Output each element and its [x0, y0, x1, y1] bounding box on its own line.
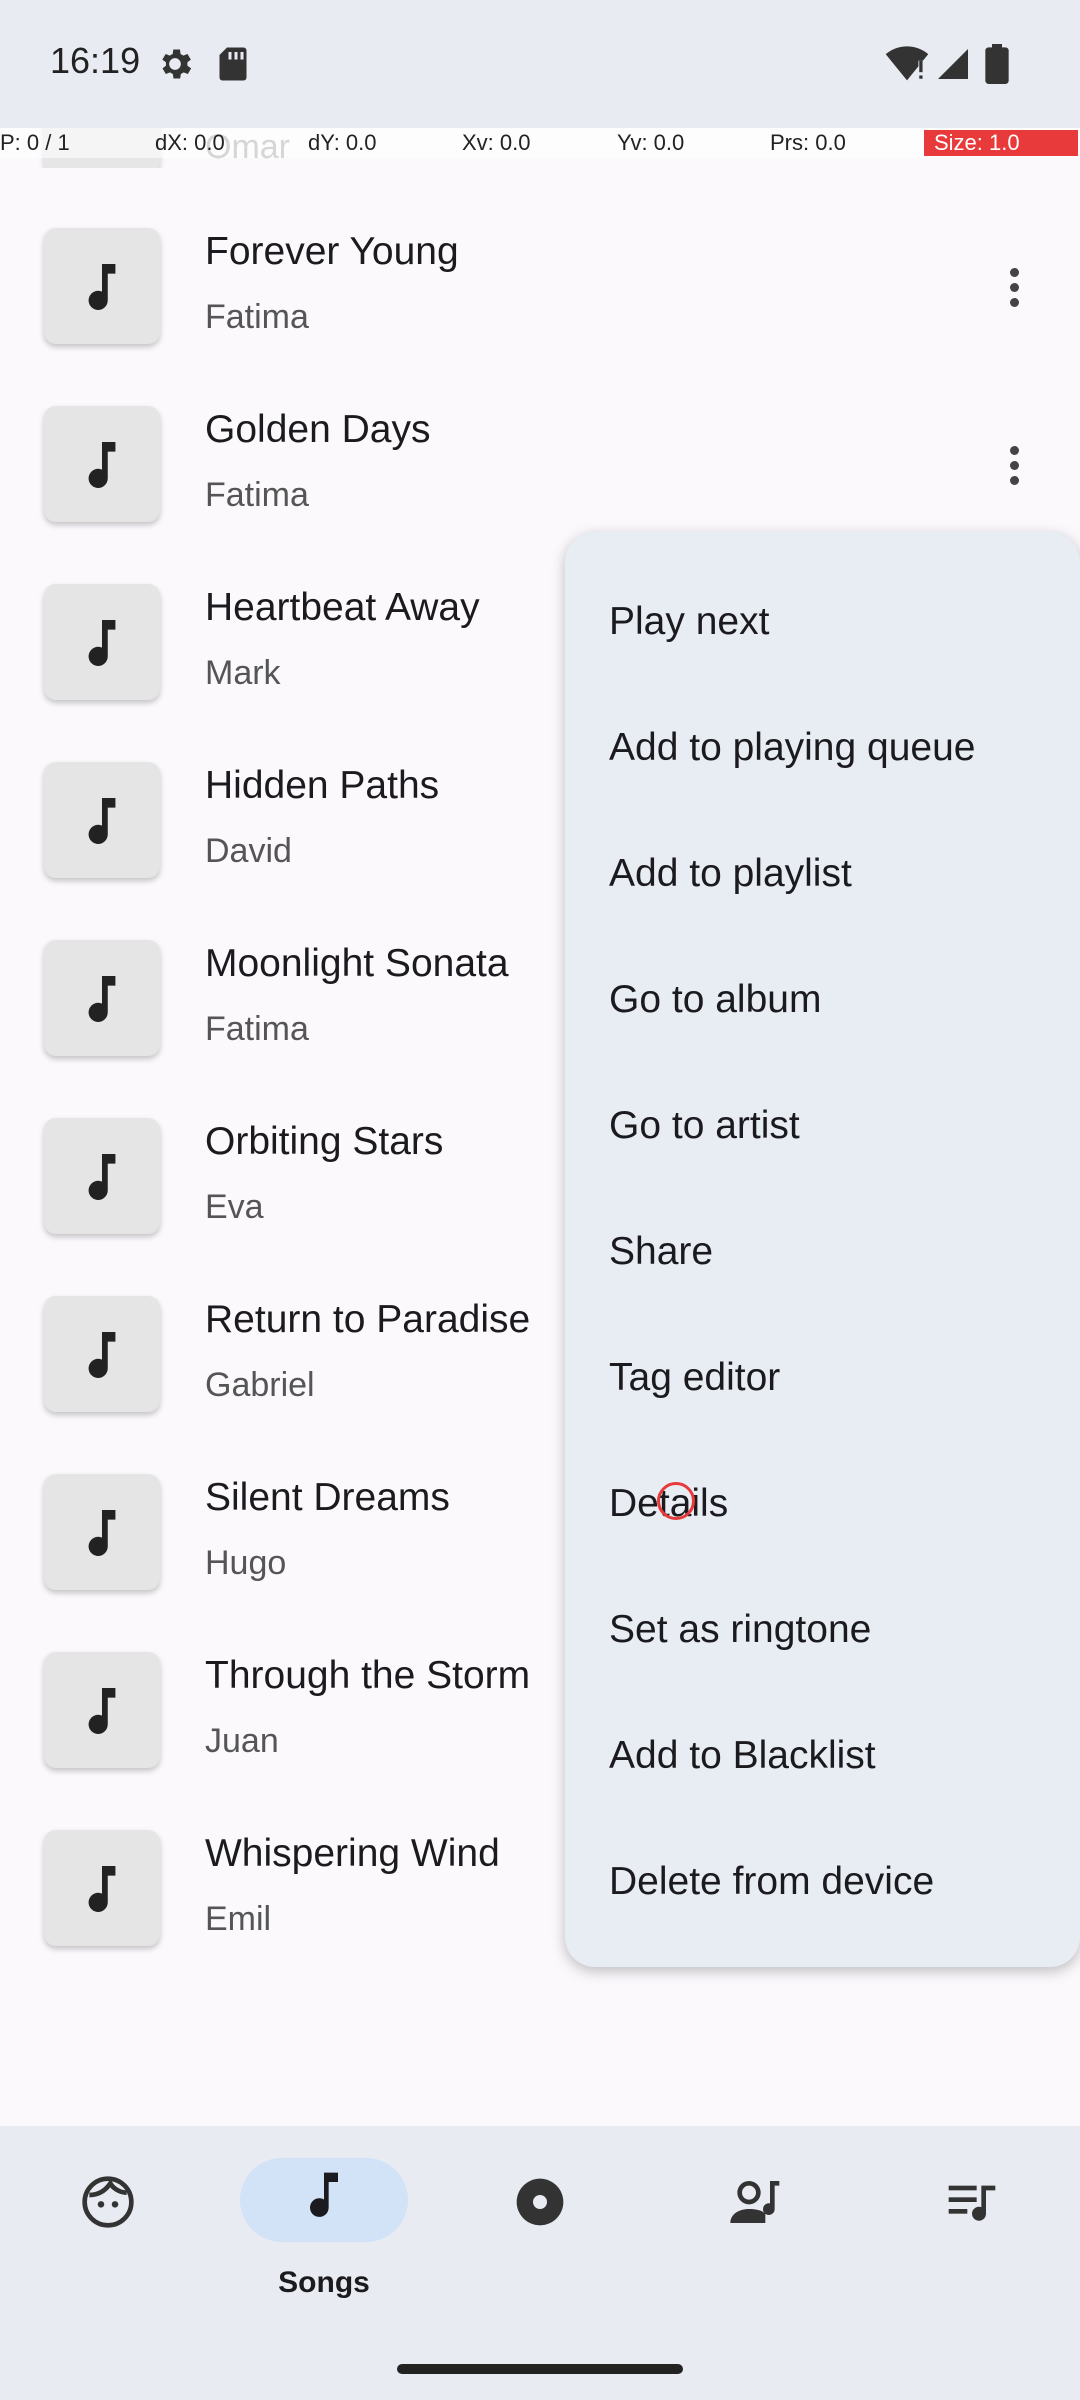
bottom-navigation: Songs [0, 2126, 1080, 2400]
debug-prs: Prs: 0.0 [770, 130, 846, 155]
nav-item-playlists[interactable] [864, 2126, 1080, 2326]
song-artist: Fatima [205, 476, 309, 514]
menu-item-tag-editor[interactable]: Tag editor [565, 1312, 1080, 1438]
playlist-icon [948, 2185, 996, 2221]
song-thumbnail [44, 584, 160, 700]
home-indicator[interactable] [397, 2364, 683, 2374]
song-title: Golden Days [205, 408, 431, 451]
song-artist: Mark [205, 654, 281, 692]
music-note-icon [88, 620, 116, 666]
song-thumbnail [44, 1652, 160, 1768]
song-artist: Gabriel [205, 1366, 315, 1404]
song-thumbnail [44, 940, 160, 1056]
song-thumbnail [44, 1830, 160, 1946]
music-note-icon [88, 1154, 116, 1200]
debug-xv: Xv: 0.0 [462, 130, 531, 155]
nav-item-artists[interactable] [648, 2126, 864, 2326]
song-thumbnail [44, 1474, 160, 1590]
song-title: Hidden Paths [205, 764, 440, 807]
nav-item-albums[interactable] [432, 2126, 648, 2326]
song-artist: Fatima [205, 298, 309, 336]
music-note-icon [88, 798, 116, 844]
list-item[interactable]: Golden Days Fatima [0, 378, 1080, 556]
music-note-icon [88, 264, 116, 310]
menu-item-go-to-artist[interactable]: Go to artist [565, 1060, 1080, 1186]
music-note-icon [88, 1866, 116, 1912]
music-note-icon [88, 1510, 116, 1556]
song-title: Silent Dreams [205, 1476, 450, 1519]
song-context-menu: Play next Add to playing queue Add to pl… [565, 532, 1080, 1967]
song-title: Whispering Wind [205, 1832, 500, 1875]
list-item[interactable]: Forever Young Fatima [0, 200, 1080, 378]
menu-item-go-to-album[interactable]: Go to album [565, 934, 1080, 1060]
song-thumbnail [44, 228, 160, 344]
song-thumbnail [44, 406, 160, 522]
menu-item-set-as-ringtone[interactable]: Set as ringtone [565, 1564, 1080, 1690]
debug-yv: Yv: 0.0 [617, 130, 685, 155]
music-note-icon [88, 1332, 116, 1378]
debug-dx: dX: 0.0 [155, 130, 225, 155]
more-options-icon[interactable] [990, 262, 1038, 322]
battery-icon [985, 44, 1009, 84]
touch-indicator [657, 1482, 695, 1520]
song-title: Moonlight Sonata [205, 942, 509, 985]
song-artist: Hugo [205, 1544, 287, 1582]
status-bar: 16:19 [0, 0, 1080, 128]
nav-label-songs: Songs [278, 2266, 370, 2299]
music-note-icon [88, 442, 116, 488]
song-artist: Fatima [205, 1010, 309, 1048]
song-title: Heartbeat Away [205, 586, 480, 629]
song-title: Return to Paradise [205, 1298, 531, 1341]
wifi-alert-icon [885, 46, 929, 81]
face-icon [82, 2176, 134, 2228]
music-note-icon [88, 1688, 116, 1734]
song-artist: Eva [205, 1188, 264, 1226]
song-thumbnail [44, 762, 160, 878]
artist-icon [730, 2181, 780, 2223]
menu-item-add-to-blacklist[interactable]: Add to Blacklist [565, 1690, 1080, 1816]
more-options-icon[interactable] [990, 440, 1038, 500]
debug-pointer: P: 0 / 1 [0, 130, 70, 155]
sd-card-icon [219, 47, 247, 81]
debug-size: Size: 1.0 [924, 130, 1078, 156]
pointer-debug-overlay: P: 0 / 1 dX: 0.0 dY: 0.0 Xv: 0.0 Yv: 0.0… [0, 128, 1080, 158]
song-thumbnail [44, 1296, 160, 1412]
status-time: 16:19 [50, 40, 141, 81]
menu-item-add-to-queue[interactable]: Add to playing queue [565, 682, 1080, 808]
song-title: Forever Young [205, 230, 459, 273]
menu-item-details[interactable]: Details [565, 1438, 1080, 1564]
song-title: Orbiting Stars [205, 1120, 444, 1163]
music-note-icon [88, 976, 116, 1022]
debug-dy: dY: 0.0 [308, 130, 377, 155]
song-artist: David [205, 832, 292, 870]
song-artist: Juan [205, 1722, 279, 1760]
album-icon [516, 2178, 564, 2226]
song-title: Through the Storm [205, 1654, 531, 1697]
menu-item-share[interactable]: Share [565, 1186, 1080, 1312]
menu-item-delete-from-device[interactable]: Delete from device [565, 1816, 1080, 1942]
nav-item-for-you[interactable] [0, 2126, 216, 2326]
music-note-icon [310, 2172, 338, 2217]
gear-icon [162, 49, 192, 79]
song-artist: Emil [205, 1900, 272, 1938]
menu-item-add-to-playlist[interactable]: Add to playlist [565, 808, 1080, 934]
song-thumbnail [44, 1118, 160, 1234]
cell-signal-icon [938, 49, 968, 79]
menu-item-play-next[interactable]: Play next [565, 556, 1080, 682]
